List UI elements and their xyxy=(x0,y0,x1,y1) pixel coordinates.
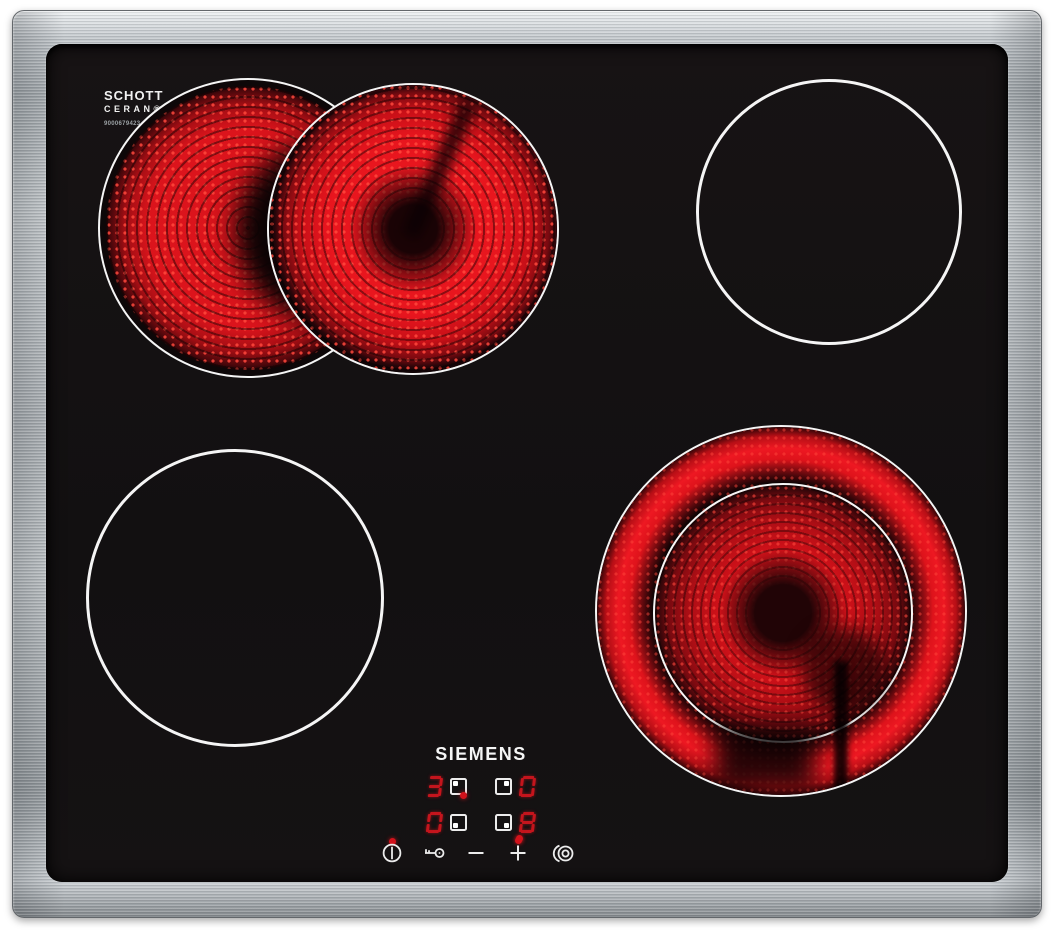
zone-rear-right xyxy=(696,79,962,345)
display-row-front xyxy=(425,812,537,833)
zone-rear-left-main xyxy=(267,83,559,375)
zone-square-rear-right-icon xyxy=(495,778,512,795)
glass-brand-line1: SCHOTT xyxy=(104,88,164,103)
cooktop-steel-frame: SCHOTT CERAN® 9000679423 SIEMENS xyxy=(12,10,1042,918)
power-button[interactable] xyxy=(379,842,405,864)
child-lock-button[interactable] xyxy=(421,845,447,861)
product-photo: SCHOTT CERAN® 9000679423 SIEMENS xyxy=(0,0,1058,932)
display-row-rear xyxy=(426,776,537,797)
minus-button[interactable] xyxy=(463,844,489,862)
plus-button[interactable] xyxy=(505,844,531,862)
zone-front-left xyxy=(86,449,384,747)
zone-square-front-right-icon xyxy=(495,814,512,831)
zone-front-right xyxy=(595,425,967,797)
key-icon xyxy=(425,848,445,858)
power-icon xyxy=(382,843,402,863)
display-level-rear-right xyxy=(518,776,537,797)
zone-front-right-terminal-shadow xyxy=(715,727,815,789)
brand-logo: SIEMENS xyxy=(435,744,527,764)
zone-square-front-left-icon xyxy=(450,814,467,831)
touch-controls xyxy=(379,842,577,864)
zone-front-right-sensor-shadow xyxy=(834,661,848,795)
plus-icon xyxy=(510,845,526,861)
display-level-front-right xyxy=(518,812,537,833)
display-level-front-left xyxy=(425,812,444,833)
zone-front-right-inner-glow xyxy=(653,483,913,795)
minus-icon xyxy=(468,852,484,854)
dual-zone-button[interactable] xyxy=(547,844,577,863)
rear-left-dual-indicator-led xyxy=(460,792,467,799)
display-level-rear-left xyxy=(426,776,444,797)
dual-zone-icon xyxy=(552,844,574,862)
